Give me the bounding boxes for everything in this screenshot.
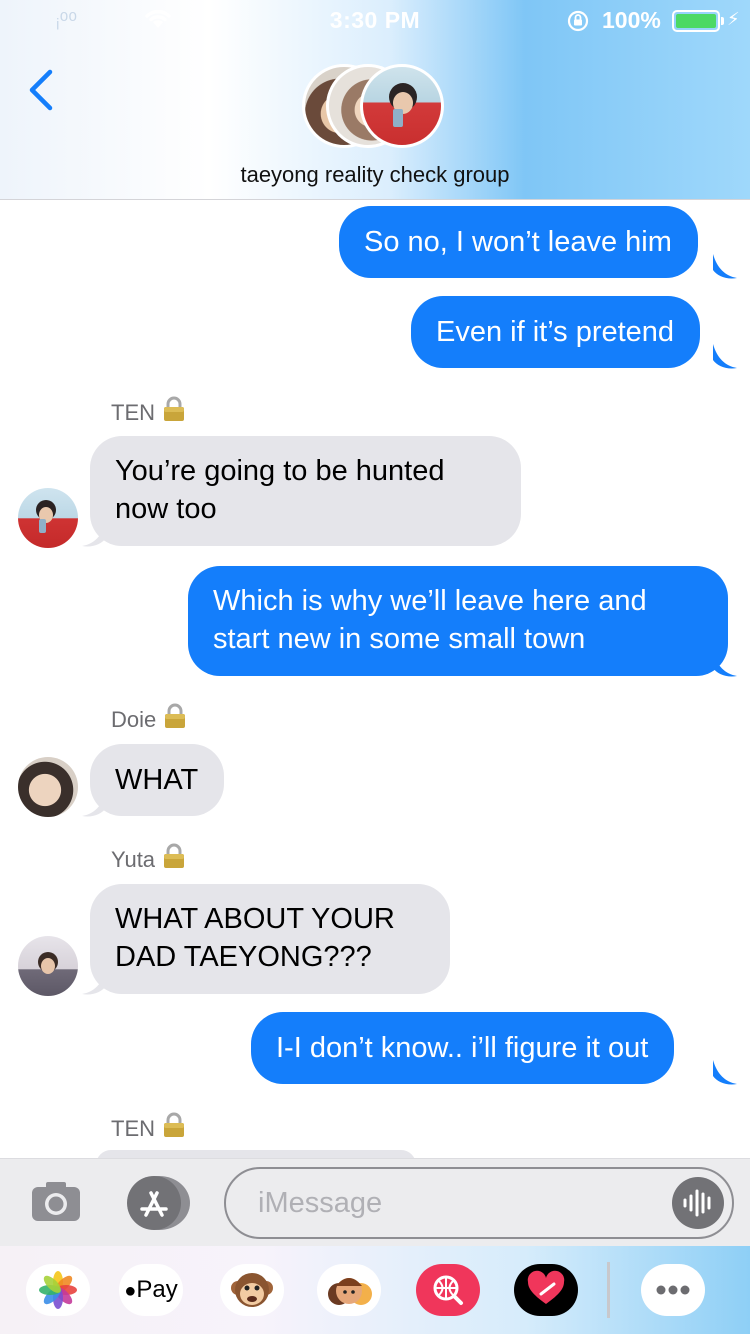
member-avatar-3 bbox=[360, 64, 444, 148]
sender-name-text: TEN bbox=[111, 400, 155, 425]
message-line: DAD TAEYONG??? bbox=[115, 941, 372, 973]
memoji-icon bbox=[328, 1278, 372, 1305]
outgoing-message-bubble[interactable]: Even if it’s pretend bbox=[411, 296, 701, 368]
back-chevron-icon[interactable] bbox=[24, 66, 64, 114]
bubble-tail bbox=[713, 1060, 737, 1085]
status-bar: ᵢ⁰⁰ 3:30 PM 100% ⚡ bbox=[0, 0, 750, 40]
sender-name: Yuta bbox=[111, 843, 185, 873]
apple-logo: ● bbox=[124, 1280, 137, 1302]
bubble-tail bbox=[713, 652, 737, 677]
sender-avatar[interactable] bbox=[18, 488, 78, 548]
message-line: now too bbox=[115, 493, 217, 525]
battery-level-fill bbox=[676, 14, 716, 28]
drawer-divider bbox=[607, 1262, 610, 1318]
message-text: So no, I won’t leave him bbox=[364, 226, 672, 258]
padlock-icon bbox=[164, 1112, 184, 1137]
apple-pay-text: Pay bbox=[136, 1276, 178, 1303]
app-store-icon bbox=[127, 1176, 190, 1230]
audio-message-button[interactable] bbox=[672, 1177, 724, 1229]
outgoing-message-bubble[interactable]: I-I don’t know.. i’ll figure it out bbox=[251, 1012, 675, 1084]
camera-icon[interactable] bbox=[30, 1179, 82, 1223]
incoming-message-bubble[interactable]: WHAT bbox=[90, 744, 225, 816]
sender-avatar[interactable] bbox=[18, 936, 78, 996]
message-text: Even if it’s pretend bbox=[436, 316, 675, 348]
message-text: I-I don’t know.. i’ll figure it out bbox=[276, 1032, 649, 1064]
apple-pay-button[interactable]: ●Pay bbox=[119, 1264, 183, 1316]
digital-touch-button[interactable] bbox=[514, 1264, 578, 1316]
battery-tip bbox=[721, 17, 724, 25]
sender-name-text: Yuta bbox=[111, 847, 156, 872]
avatar-photo bbox=[38, 952, 58, 974]
photos-icon bbox=[39, 1271, 77, 1309]
message-line: You’re going to be hunted bbox=[115, 455, 445, 487]
outgoing-message-bubble[interactable]: Which is why we’ll leave here and start … bbox=[188, 566, 728, 676]
message-line: Which is why we’ll leave here and bbox=[213, 585, 647, 617]
animoji-button[interactable] bbox=[220, 1264, 284, 1316]
orientation-lock-icon bbox=[567, 10, 589, 32]
bubble-tail bbox=[713, 344, 737, 369]
app-store-button[interactable] bbox=[126, 1175, 192, 1231]
memoji-button[interactable] bbox=[317, 1264, 381, 1316]
battery-percent: 100% bbox=[602, 7, 661, 33]
waveform-icon bbox=[683, 1189, 711, 1217]
web-search-button[interactable] bbox=[416, 1264, 480, 1316]
group-avatar-stack[interactable] bbox=[302, 64, 452, 152]
battery-icon bbox=[672, 10, 720, 32]
sender-name-text: Doie bbox=[111, 707, 157, 732]
monkey-animoji-icon bbox=[231, 1273, 273, 1307]
padlock-icon bbox=[164, 396, 184, 421]
sender-name: TEN bbox=[111, 1112, 185, 1142]
more-apps-button[interactable] bbox=[641, 1264, 705, 1316]
photos-app-button[interactable] bbox=[26, 1264, 90, 1316]
sender-name: TEN bbox=[111, 396, 185, 426]
chat-header: ᵢ⁰⁰ 3:30 PM 100% ⚡ taeyong reality check… bbox=[0, 0, 750, 200]
incoming-message-bubble[interactable]: WHAT ABOUT YOUR DAD TAEYONG??? bbox=[90, 884, 450, 994]
apple-pay-icon: ●Pay bbox=[119, 1276, 183, 1304]
bubble-tail bbox=[82, 792, 106, 817]
charging-bolt-icon: ⚡ bbox=[727, 9, 740, 29]
sender-avatar[interactable] bbox=[18, 757, 78, 817]
padlock-icon bbox=[164, 843, 185, 868]
bubble-tail bbox=[82, 970, 106, 995]
imessage-input[interactable]: iMessage bbox=[224, 1167, 734, 1239]
message-text: WHAT bbox=[115, 764, 199, 796]
sender-name-text: TEN bbox=[111, 1116, 155, 1141]
bubble-tail bbox=[713, 254, 737, 279]
message-line: start new in some small town bbox=[213, 623, 586, 655]
input-placeholder: iMessage bbox=[258, 1187, 383, 1219]
message-composer: iMessage bbox=[0, 1158, 750, 1246]
member-photo bbox=[389, 83, 417, 127]
more-icon bbox=[656, 1285, 690, 1295]
avatar-photo bbox=[36, 500, 56, 533]
web-search-icon bbox=[433, 1275, 463, 1305]
padlock-icon bbox=[165, 703, 186, 728]
outgoing-message-bubble[interactable]: So no, I won’t leave him bbox=[339, 206, 698, 278]
incoming-message-bubble[interactable]: You’re going to be hunted now too bbox=[90, 436, 521, 546]
bubble-tail bbox=[82, 522, 106, 547]
digital-touch-icon bbox=[527, 1270, 565, 1304]
sender-name: Doie bbox=[111, 703, 186, 733]
group-name[interactable]: taeyong reality check group bbox=[0, 162, 750, 188]
app-drawer: ●Pay bbox=[0, 1246, 750, 1334]
message-line: WHAT ABOUT YOUR bbox=[115, 903, 395, 935]
